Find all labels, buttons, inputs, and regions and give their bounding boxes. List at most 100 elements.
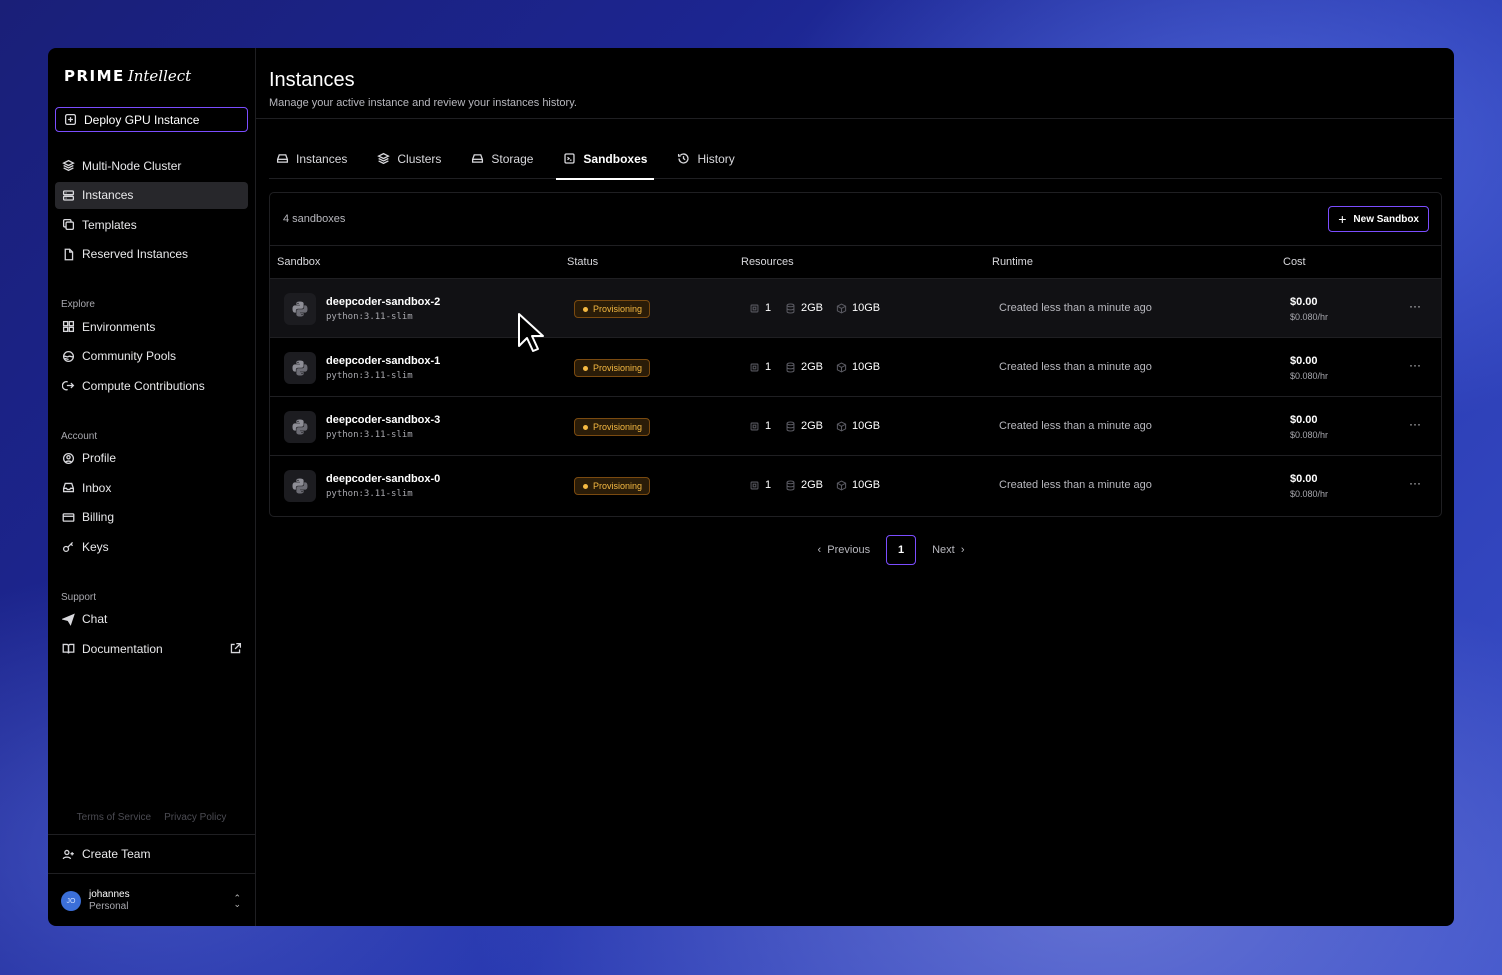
database-icon <box>786 421 795 431</box>
cpu-icon <box>750 481 759 489</box>
status-badge: Provisioning <box>574 477 651 495</box>
tab-label: History <box>697 151 735 166</box>
more-options-icon[interactable]: ··· <box>1409 417 1421 431</box>
runtime-text: Created less than a minute ago <box>999 479 1152 491</box>
resource-cpu: 1 <box>749 302 771 314</box>
nav-support: Support Chat Documentation <box>48 585 255 665</box>
key-icon <box>62 540 75 553</box>
hdd-icon <box>471 152 484 165</box>
footer-links: Terms of Service Privacy Policy <box>48 812 255 823</box>
server-icon <box>62 189 75 202</box>
sidebar-item-label: Inbox <box>82 480 112 495</box>
column-header-runtime: Runtime <box>992 256 1033 268</box>
pools-icon <box>62 350 75 363</box>
box-icon <box>836 361 847 373</box>
page-number-button[interactable]: 1 <box>886 535 917 565</box>
box-icon <box>836 479 847 491</box>
tab-sandboxes[interactable]: Sandboxes <box>556 138 655 180</box>
sidebar-item-templates[interactable]: Templates <box>55 211 248 238</box>
box-icon <box>836 420 847 432</box>
sidebar-item-compute-contributions[interactable]: Compute Contributions <box>55 372 248 399</box>
status-dot <box>583 483 588 489</box>
disk-value: 10GB <box>852 479 881 491</box>
cost-rate: $0.080/hr <box>1290 430 1329 440</box>
nav-account: Account Profile Inbox Billing Keys <box>48 424 255 563</box>
sidebar-item-chat[interactable]: Chat <box>55 606 248 633</box>
previous-label: Previous <box>827 544 871 556</box>
resource-cpu: 1 <box>749 420 771 432</box>
terms-link[interactable]: Terms of Service <box>77 812 151 823</box>
table-row[interactable]: deepcoder-sandbox-3 python:3.11-slim Pro… <box>270 397 1441 456</box>
tab-bar: Instances Clusters Storage Sandboxes His… <box>269 138 1442 180</box>
column-header-status: Status <box>567 256 599 268</box>
more-options-icon[interactable]: ··· <box>1409 476 1421 490</box>
cost-value: $0.00 <box>1290 414 1318 426</box>
next-page-button[interactable]: Next › <box>932 544 964 556</box>
section-label-account: Account <box>61 430 98 442</box>
user-switcher[interactable]: JO johannes Personal ⌃ ⌄ <box>48 884 255 918</box>
tab-history[interactable]: History <box>670 138 741 179</box>
status-badge: Provisioning <box>574 359 651 377</box>
table-row[interactable]: deepcoder-sandbox-0 python:3.11-slim Pro… <box>270 456 1441 515</box>
cpu-value: 1 <box>765 361 772 373</box>
sidebar-item-keys[interactable]: Keys <box>55 533 248 560</box>
runtime-text: Created less than a minute ago <box>999 420 1152 432</box>
sandbox-name[interactable]: deepcoder-sandbox-1 <box>326 355 440 367</box>
more-options-icon[interactable]: ··· <box>1409 299 1421 313</box>
sidebar-item-billing[interactable]: Billing <box>55 504 248 531</box>
table-row[interactable]: deepcoder-sandbox-2 python:3.11-slim Pro… <box>270 279 1441 338</box>
resource-disk: 10GB <box>836 479 880 491</box>
tab-instances[interactable]: Instances <box>269 138 354 179</box>
sidebar-item-profile[interactable]: Profile <box>55 445 248 472</box>
cost-rate: $0.080/hr <box>1290 312 1329 322</box>
credit-card-icon <box>62 511 75 524</box>
deploy-gpu-button[interactable]: Deploy GPU Instance <box>55 107 248 132</box>
resource-disk: 10GB <box>836 420 880 432</box>
sandbox-name[interactable]: deepcoder-sandbox-2 <box>326 296 440 308</box>
sidebar-item-label: Chat <box>82 612 108 626</box>
brand-logo[interactable]: PRIME Intellect <box>48 48 255 104</box>
previous-page-button[interactable]: ‹ Previous <box>817 544 870 556</box>
pagination: ‹ Previous 1 Next › <box>256 535 1454 565</box>
sidebar-item-label: Environments <box>82 319 156 334</box>
table-row[interactable]: deepcoder-sandbox-1 python:3.11-slim Pro… <box>270 338 1441 397</box>
file-icon <box>62 248 75 261</box>
user-circle-icon <box>62 452 75 465</box>
python-icon <box>284 293 316 325</box>
cost-rate: $0.080/hr <box>1290 371 1329 381</box>
section-label-explore: Explore <box>61 299 95 310</box>
cpu-icon <box>750 304 759 312</box>
user-plan: Personal <box>89 901 129 912</box>
sidebar-item-environments[interactable]: Environments <box>55 313 248 340</box>
sidebar-item-documentation[interactable]: Documentation <box>55 635 248 662</box>
status-badge: Provisioning <box>574 418 651 436</box>
cpu-value: 1 <box>765 479 772 491</box>
tab-label: Clusters <box>397 151 442 166</box>
sandbox-image: python:3.11-slim <box>326 312 413 322</box>
sidebar-item-instances[interactable]: Instances <box>55 181 248 209</box>
sidebar-item-multi-node-cluster[interactable]: Multi-Node Cluster <box>55 152 248 179</box>
tab-clusters[interactable]: Clusters <box>370 138 448 179</box>
brand-name: PRIME <box>64 67 125 85</box>
more-options-icon[interactable]: ··· <box>1409 358 1421 372</box>
privacy-link[interactable]: Privacy Policy <box>164 812 226 823</box>
sidebar-item-label: Billing <box>82 510 115 524</box>
memory-value: 2GB <box>801 479 824 491</box>
resource-memory: 2GB <box>785 302 823 314</box>
new-sandbox-button[interactable]: + New Sandbox <box>1328 206 1429 232</box>
tab-storage[interactable]: Storage <box>464 138 540 179</box>
cpu-icon <box>750 363 759 371</box>
create-team-button[interactable]: Create Team <box>48 834 255 874</box>
copy-icon <box>62 218 75 231</box>
sandbox-name[interactable]: deepcoder-sandbox-3 <box>326 414 440 426</box>
user-name: johannes <box>89 889 130 900</box>
sidebar-item-reserved-instances[interactable]: Reserved Instances <box>55 241 248 268</box>
sidebar-item-community-pools[interactable]: Community Pools <box>55 343 248 370</box>
resource-cpu: 1 <box>749 361 771 373</box>
sandbox-name[interactable]: deepcoder-sandbox-0 <box>326 473 440 485</box>
runtime-text: Created less than a minute ago <box>999 361 1152 373</box>
external-link-icon <box>229 642 242 655</box>
sidebar-item-inbox[interactable]: Inbox <box>55 474 248 501</box>
plus-icon: + <box>1338 211 1347 227</box>
status-label: Provisioning <box>593 363 643 373</box>
